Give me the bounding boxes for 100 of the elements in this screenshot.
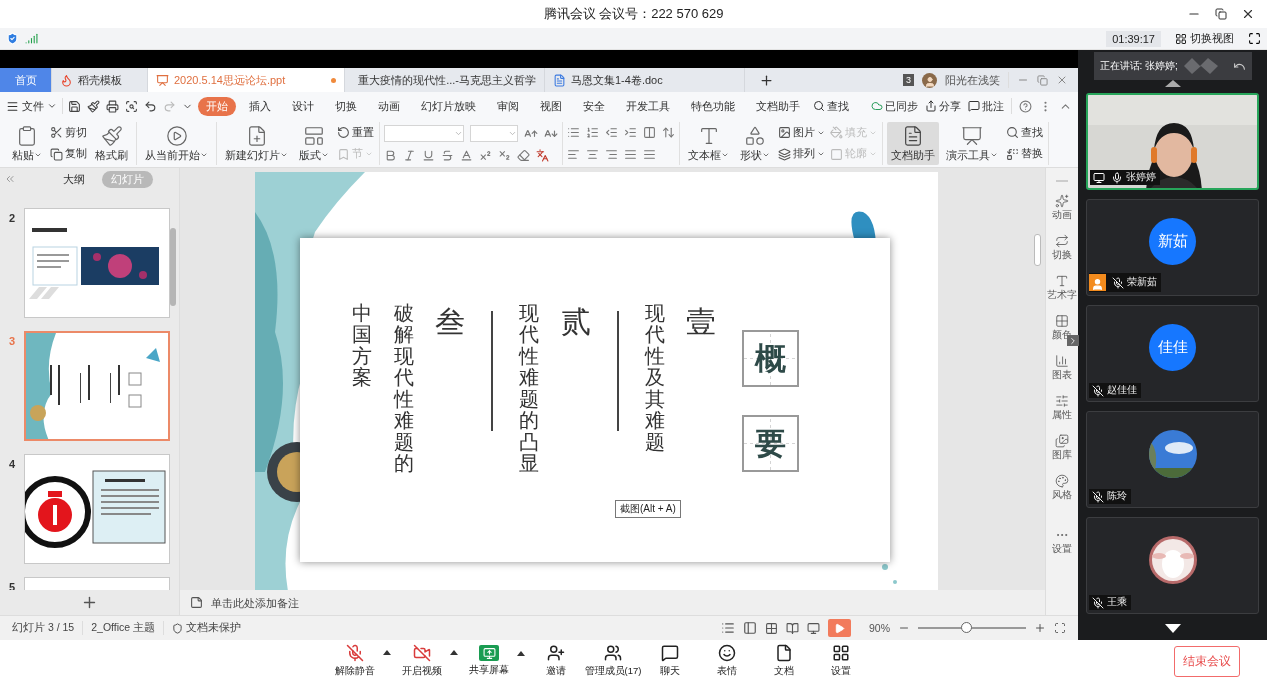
menu-tab[interactable]: 文档助手: [748, 96, 808, 116]
caret-icon[interactable]: [517, 651, 525, 656]
side-tool[interactable]: 图库: [1052, 434, 1072, 462]
scrollbar[interactable]: [170, 228, 176, 306]
side-tool[interactable]: 属性: [1052, 394, 1072, 422]
slide-thumbnail[interactable]: [24, 454, 170, 564]
toolbar-button[interactable]: 聊天: [642, 644, 698, 678]
ribbon-button[interactable]: 新建幻灯片: [221, 122, 292, 165]
justify-icon[interactable]: [624, 147, 637, 161]
file-menu[interactable]: 文件: [6, 98, 57, 114]
fit-icon[interactable]: [1054, 622, 1066, 634]
align-right-icon[interactable]: [605, 147, 618, 161]
play-button[interactable]: [828, 619, 851, 637]
side-tool[interactable]: 图表: [1052, 354, 1072, 382]
search-button[interactable]: 查找: [813, 98, 849, 114]
ribbon-button[interactable]: 文本框: [684, 122, 733, 165]
columns-icon[interactable]: [643, 126, 656, 140]
menu-tab[interactable]: 插入: [241, 96, 279, 116]
list-icon[interactable]: [721, 621, 735, 635]
side-tool[interactable]: 设置: [1052, 528, 1072, 556]
toolbar-button[interactable]: 管理成员(17): [585, 644, 641, 678]
up-arrow-icon[interactable]: [1164, 80, 1181, 87]
menu-tab[interactable]: 动画: [370, 96, 408, 116]
save-icon[interactable]: [68, 99, 81, 113]
participant-tile[interactable]: 新茹 荣新茹: [1086, 199, 1259, 296]
ribbon-button[interactable]: 从当前开始: [141, 122, 212, 165]
document-tab[interactable]: 首页: [0, 68, 52, 92]
outdent-icon[interactable]: [605, 126, 618, 140]
menu-tab[interactable]: 幻灯片放映: [413, 96, 484, 116]
toolbar-button[interactable]: 解除静音: [327, 644, 393, 678]
subscript-icon[interactable]: [498, 148, 511, 162]
caret-icon[interactable]: [383, 650, 391, 655]
side-tool[interactable]: 风格: [1052, 474, 1072, 502]
slider-thumb[interactable]: [960, 622, 972, 633]
bold-icon[interactable]: [384, 148, 397, 162]
ribbon-button[interactable]: 剪切: [49, 125, 88, 140]
panel-tab[interactable]: 大纲: [54, 170, 94, 188]
side-tool[interactable]: 艺术字: [1047, 274, 1077, 302]
participant-tile[interactable]: 佳佳 赵佳佳: [1086, 305, 1259, 402]
font-size-field[interactable]: [470, 125, 518, 143]
grid-view-icon[interactable]: [765, 621, 778, 635]
toolbar-button[interactable]: 开启视频: [394, 644, 460, 678]
participant-tile[interactable]: 王乘: [1086, 517, 1259, 614]
normal-view-icon[interactable]: [743, 621, 757, 635]
restore-icon[interactable]: [1215, 8, 1227, 20]
toolbar-button[interactable]: 共享屏幕: [461, 645, 527, 677]
down-arrow-icon[interactable]: [1164, 624, 1181, 633]
zoom-in-icon[interactable]: [1034, 622, 1046, 634]
line-spacing-icon[interactable]: [662, 126, 675, 140]
participant-tile[interactable]: 陈玲: [1086, 411, 1259, 508]
print-icon[interactable]: [106, 99, 119, 113]
underline-icon[interactable]: [422, 148, 435, 162]
switch-view-button[interactable]: 切换视图: [1167, 31, 1242, 46]
eraser-icon[interactable]: [517, 148, 530, 162]
superscript-icon[interactable]: [479, 148, 492, 162]
bullet-list-icon[interactable]: [567, 126, 580, 140]
font-field[interactable]: [384, 125, 464, 143]
toolbar-button[interactable]: 邀请: [528, 644, 584, 678]
menu-tab[interactable]: 审阅: [489, 96, 527, 116]
side-tool[interactable]: 切换: [1052, 234, 1072, 262]
ribbon-button[interactable]: 格式刷: [91, 122, 132, 165]
format-icon[interactable]: [87, 99, 100, 113]
add-slide-icon[interactable]: [81, 594, 98, 611]
menu-tab[interactable]: 开发工具: [618, 96, 678, 116]
ribbon-button[interactable]: 排列: [777, 147, 826, 162]
help-icon[interactable]: [1019, 99, 1032, 113]
phonetic-icon[interactable]: [536, 148, 549, 162]
strikethrough-icon[interactable]: [441, 148, 454, 162]
ribbon-button[interactable]: 粘贴: [8, 122, 46, 165]
slide-thumbnail[interactable]: [24, 208, 170, 318]
ribbon-button[interactable]: 查找: [1005, 125, 1044, 140]
toolbar-button[interactable]: 已同步: [871, 98, 918, 114]
ribbon-button[interactable]: 复制: [49, 147, 88, 162]
close-icon[interactable]: [1241, 7, 1255, 21]
align-left-icon[interactable]: [567, 147, 580, 161]
slide-thumbnail[interactable]: [24, 331, 170, 441]
participant-tile[interactable]: 张婷婷: [1086, 93, 1259, 190]
menu-tab[interactable]: 特色功能: [683, 96, 743, 116]
ribbon-button[interactable]: 文档助手: [887, 122, 939, 165]
reading-view-icon[interactable]: [786, 621, 799, 635]
toolbar-button[interactable]: 文档: [756, 644, 812, 678]
toolbar-button[interactable]: 设置: [813, 644, 869, 678]
font-color-icon[interactable]: [460, 148, 473, 162]
menu-tab[interactable]: 安全: [575, 96, 613, 116]
menu-tab[interactable]: 视图: [532, 96, 570, 116]
caret-icon[interactable]: [450, 650, 458, 655]
presenter-view-icon[interactable]: [807, 621, 820, 635]
ribbon-button[interactable]: 重置: [336, 125, 375, 140]
toolbar-button[interactable]: 表情: [699, 644, 755, 678]
side-tool[interactable]: 动画: [1052, 194, 1072, 222]
fullscreen-icon[interactable]: [1248, 32, 1261, 45]
toolbar-button[interactable]: 批注: [968, 98, 1004, 114]
align-center-icon[interactable]: [586, 147, 599, 161]
ribbon-button[interactable]: 演示工具: [942, 122, 1002, 165]
menu-tab[interactable]: 切换: [327, 96, 365, 116]
ribbon-button[interactable]: 替换: [1005, 147, 1044, 162]
indent-icon[interactable]: [624, 126, 637, 140]
ribbon-button[interactable]: 版式: [295, 122, 333, 165]
distribute-icon[interactable]: [643, 147, 656, 161]
undo-icon[interactable]: [144, 99, 157, 113]
